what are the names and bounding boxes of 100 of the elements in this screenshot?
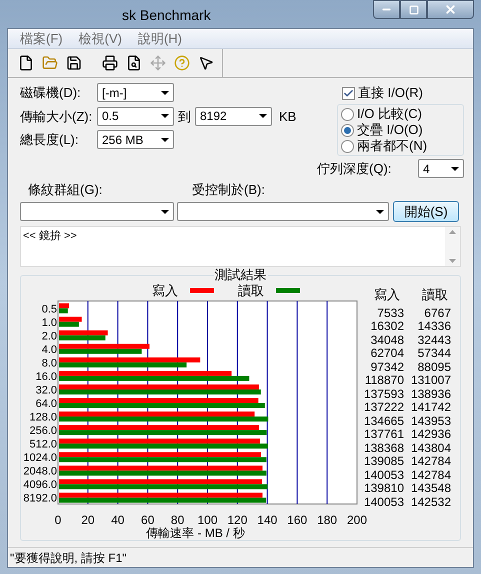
table-cell-text: 137761: [362, 428, 404, 440]
table-cell-text: 57344: [416, 347, 451, 360]
stripe-group-dropdown[interactable]: [20, 202, 174, 221]
legend-label: 讀取: [238, 282, 264, 300]
table-cell-text: 97342: [370, 360, 404, 373]
table-cell-text: 139085: [362, 455, 404, 468]
queue-depth-dropdown[interactable]: 4: [418, 159, 464, 178]
drive-dropdown[interactable]: [-m-]: [97, 83, 174, 102]
tick-label: 40: [111, 513, 124, 527]
table-cell-text: 143953: [410, 414, 451, 427]
close-button[interactable]: [427, 0, 474, 19]
floppy-disk-icon[interactable]: [66, 55, 82, 71]
context-help-icon[interactable]: [198, 55, 214, 71]
column-header: 寫入: [373, 286, 401, 304]
category-label: 128.0: [29, 412, 57, 424]
transfer-size-from-dropdown[interactable]: 0.5: [97, 106, 174, 126]
field-label: 傳輸大小(Z):: [20, 108, 94, 126]
tick-label: 180: [317, 513, 338, 527]
table-cell-text: 137222: [362, 401, 404, 414]
tick-label: 140: [257, 513, 278, 527]
category-label: 1.0: [42, 316, 57, 329]
dropdown-arrow-icon: [451, 166, 459, 171]
direct-io-checkbox[interactable]: [342, 86, 355, 100]
table-cell-text: 138936: [410, 388, 451, 400]
menu-item[interactable]: 檢視(V): [78, 28, 122, 48]
scrollbar[interactable]: [445, 227, 460, 266]
field-label: 總長度(L):: [20, 131, 80, 149]
category-label: 0.5: [42, 303, 57, 316]
start-button[interactable]: 開始(S): [393, 201, 459, 222]
table-cell-text: 137593: [362, 388, 404, 400]
table-cell-text: 142936: [410, 428, 451, 440]
radio-button[interactable]: [341, 124, 354, 136]
dropdown-arrow-icon: [161, 138, 169, 142]
log-area[interactable]: << 鏡拚 >>: [20, 226, 461, 267]
category-label: 1024.0: [23, 452, 57, 464]
table-cell-text: 138368: [362, 442, 404, 454]
printer-icon[interactable]: [102, 55, 118, 71]
menu-item[interactable]: 說明(H): [138, 28, 182, 48]
legend-label: 寫入: [152, 282, 178, 300]
radio-label: I/O 比較(C): [357, 105, 422, 123]
category-label: 2.0: [42, 330, 57, 342]
field-label: 到: [178, 108, 191, 126]
print-preview-icon[interactable]: [126, 55, 142, 71]
field-label: 磁碟機(D):: [20, 84, 82, 102]
category-label: 256.0: [29, 425, 57, 438]
window-title: sk Benchmark: [122, 6, 211, 25]
field-label: 佇列深度(Q):: [317, 160, 392, 178]
table-cell-text: 88095: [416, 360, 451, 373]
tick-label: 100: [197, 513, 218, 527]
table-cell-text: 62704: [370, 347, 404, 360]
group-title: 測試結果: [214, 268, 268, 282]
category-label: 4096.0: [23, 479, 57, 492]
table-cell-text: 143548: [410, 482, 451, 494]
table-cell-text: 14336: [416, 320, 451, 332]
category-label: 64.0: [36, 398, 57, 410]
tick-label: 0: [54, 513, 62, 527]
field-label: 條紋群組(G):: [27, 180, 104, 199]
maximize-button[interactable]: [400, 0, 427, 19]
field-label: 受控制於(B):: [192, 180, 265, 199]
category-label: 4.0: [42, 344, 57, 356]
table-cell-text: 142784: [410, 455, 451, 468]
dropdown-arrow-icon: [376, 210, 384, 214]
transfer-size-to-dropdown[interactable]: 8192: [195, 106, 272, 126]
table-cell-text: 32443: [416, 334, 451, 346]
scroll-down-icon: [449, 259, 456, 263]
table-cell-text: 142784: [410, 468, 451, 481]
total-length-dropdown[interactable]: 256 MB: [97, 130, 174, 150]
minimize-button[interactable]: [373, 0, 400, 19]
table-cell-text: 16302: [370, 320, 404, 332]
tick-label: 20: [81, 513, 95, 527]
maximize-icon: [408, 4, 418, 14]
controlled-by-dropdown[interactable]: [177, 202, 389, 221]
table-cell-text: 139810: [362, 482, 404, 494]
table-cell-text: 7533: [376, 306, 404, 319]
table-cell-text: 34048: [370, 334, 404, 346]
folder-icon[interactable]: [42, 55, 58, 71]
column-header: 讀取: [421, 286, 449, 304]
table-cell-text: 140053: [362, 468, 404, 481]
table-cell-text: 134665: [362, 414, 404, 427]
radio-label: 交疊 I/O(O): [357, 121, 423, 139]
document-icon[interactable]: [18, 55, 34, 71]
tick-label: 80: [170, 513, 184, 527]
log-text: << 鏡拚 >>: [22, 229, 77, 244]
menu-item[interactable]: 檔案(F): [20, 28, 63, 48]
table-cell-text: 118870: [364, 374, 404, 386]
radio-button[interactable]: [341, 140, 354, 152]
table-cell-text: 141742: [410, 401, 451, 414]
table-cell-text: 142532: [410, 496, 451, 508]
tick-label: 160: [287, 513, 308, 527]
radio-label: 兩者都不(N): [357, 137, 428, 156]
category-label: 8.0: [42, 357, 57, 370]
dropdown-arrow-icon: [161, 90, 169, 95]
axis-title: 傳輸速率 - MB / 秒: [146, 526, 245, 540]
field-label: KB: [279, 108, 296, 126]
category-label: 2048.0: [23, 466, 57, 478]
table-cell-text: 131007: [410, 374, 451, 386]
category-label: 512.0: [29, 438, 57, 451]
dropdown-arrow-icon: [161, 210, 169, 214]
tick-label: 200: [346, 513, 368, 527]
radio-button[interactable]: [341, 108, 354, 120]
